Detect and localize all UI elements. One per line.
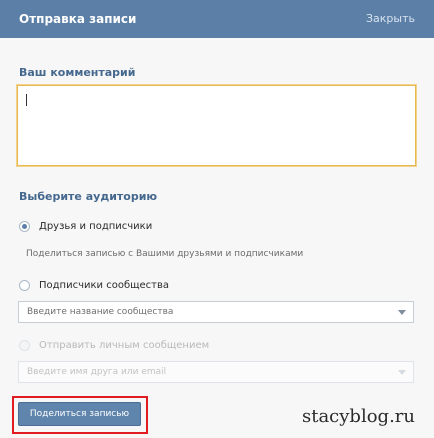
friends-hint: Поделиться записью с Вашими друзьями и п… <box>26 249 304 259</box>
chevron-down-icon <box>398 370 406 375</box>
radio-private-message-label: Отправить личным сообщением <box>39 340 210 351</box>
community-select[interactable]: Введите название сообщества <box>18 301 414 323</box>
share-post-button[interactable]: Поделиться записью <box>18 402 141 426</box>
text-caret <box>26 94 27 106</box>
radio-friends[interactable] <box>19 221 30 232</box>
comment-label: Ваш комментарий <box>19 66 136 79</box>
comment-textarea[interactable] <box>17 85 416 166</box>
radio-community-label[interactable]: Подписчики сообщества <box>39 280 169 291</box>
watermark: stacyblog.ru <box>301 406 415 427</box>
close-link[interactable]: Закрыть <box>366 12 415 25</box>
dialog-header: Отправка записи Закрыть <box>0 0 434 38</box>
dialog-title: Отправка записи <box>19 12 137 26</box>
radio-friends-label[interactable]: Друзья и подписчики <box>39 221 152 232</box>
friend-select-placeholder: Введите имя друга или email <box>27 367 167 377</box>
radio-private-message <box>19 340 30 351</box>
friend-select: Введите имя друга или email <box>18 361 414 383</box>
audience-label: Выберите аудиторию <box>19 190 158 203</box>
chevron-down-icon <box>398 310 406 315</box>
community-select-placeholder: Введите название сообщества <box>27 307 174 317</box>
share-post-dialog: Отправка записи Закрыть Ваш комментарий … <box>0 0 434 438</box>
radio-community[interactable] <box>19 280 30 291</box>
